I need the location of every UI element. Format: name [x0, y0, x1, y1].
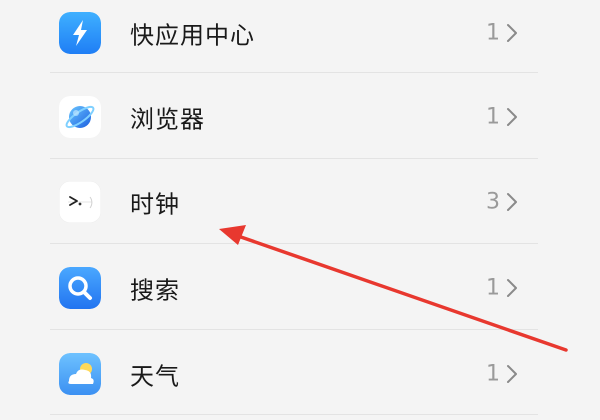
chevron-right-icon: [505, 106, 519, 128]
list-item-quick-app-center[interactable]: 快应用中心 1: [0, 0, 600, 76]
chevron-right-icon: [505, 363, 519, 385]
list-item-weather[interactable]: 天气 1: [0, 331, 600, 417]
clock-icon: [59, 181, 101, 223]
item-count: 1: [486, 20, 500, 46]
search-magnifier-icon: [59, 267, 101, 309]
divider: [50, 243, 538, 244]
app-settings-screen: 快应用中心 1 浏览器 1 时钟 3 搜索 1 天气 1: [0, 0, 600, 420]
chevron-right-icon: [505, 22, 519, 44]
list-item-browser[interactable]: 浏览器 1: [0, 74, 600, 160]
chevron-right-icon: [505, 277, 519, 299]
item-label: 天气: [130, 362, 180, 391]
divider: [50, 72, 538, 73]
list-item-search[interactable]: 搜索 1: [0, 245, 600, 331]
item-label: 浏览器: [130, 105, 205, 134]
item-label: 时钟: [130, 190, 180, 219]
quick-app-bolt-icon: [59, 12, 101, 54]
chevron-right-icon: [505, 191, 519, 213]
divider: [50, 329, 538, 330]
item-label: 搜索: [130, 276, 180, 305]
divider: [50, 414, 538, 415]
item-count: 3: [486, 189, 500, 215]
weather-cloud-icon: [59, 353, 101, 395]
list-item-clock[interactable]: 时钟 3: [0, 159, 600, 245]
item-label: 快应用中心: [130, 21, 255, 50]
browser-globe-icon: [59, 96, 101, 138]
item-count: 1: [486, 104, 500, 130]
item-count: 1: [486, 275, 500, 301]
item-count: 1: [486, 361, 500, 387]
